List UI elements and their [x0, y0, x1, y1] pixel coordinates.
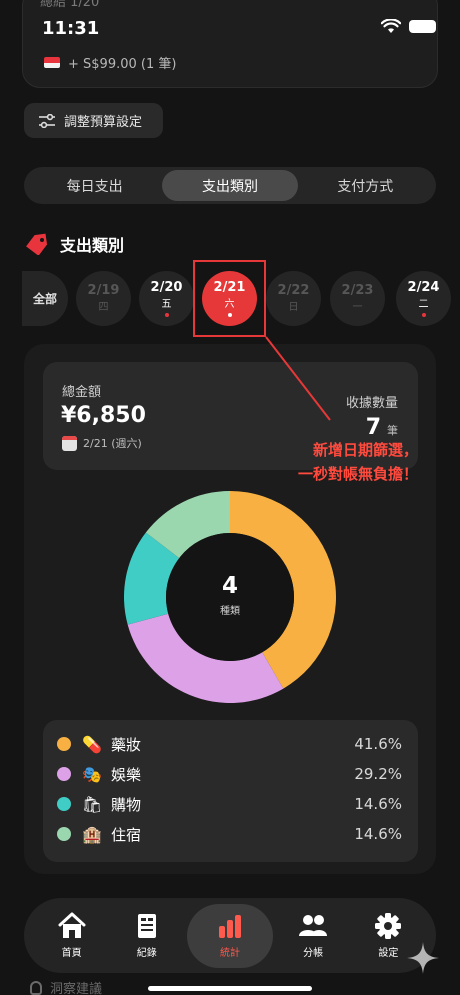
total-label: 總金額 — [62, 385, 102, 400]
annotation-line-2: 一秒對帳無負擔！ — [297, 465, 418, 483]
section-title: 支出類別 — [60, 236, 125, 255]
date-pill-date: 2/20 — [150, 280, 183, 295]
wifi-icon — [381, 19, 401, 33]
home-indicator — [148, 986, 312, 991]
summary-amount-row: + S$99.00 (1 筆) — [44, 53, 176, 72]
battery-icon — [409, 20, 436, 33]
insights-peek: 洞察建議 — [30, 978, 102, 995]
legend-color-dot — [57, 827, 71, 841]
adjust-budget-label: 調整預算設定 — [64, 115, 143, 130]
calendar-icon — [62, 435, 77, 451]
date-pill-all[interactable]: 全部 — [22, 271, 68, 326]
adjust-budget-button[interactable]: 調整預算設定 — [24, 103, 163, 138]
tab-records[interactable]: 紀錄 — [112, 904, 182, 968]
date-pill-weekday: 四 — [98, 302, 109, 313]
legend-color-dot — [57, 737, 71, 751]
legend-row-lodging[interactable]: 🏨 住宿 14.6% — [57, 819, 402, 849]
tab-spending-category[interactable]: 支出類別 — [162, 170, 298, 201]
section-header: 支出類別 — [24, 232, 124, 256]
tab-label: 分帳 — [303, 948, 324, 959]
tab-payment-method[interactable]: 支付方式 — [298, 170, 433, 201]
date-pill-date: 2/19 — [87, 283, 120, 298]
tab-daily-spending[interactable]: 每日支出 — [27, 170, 162, 201]
category-legend: 💊 藥妝 41.6% 🎭 娛樂 29.2% 🛍 購物 14.6% 🏨 住宿 14… — [43, 720, 418, 862]
sparkle-icon — [407, 942, 439, 974]
insights-label: 洞察建議 — [50, 982, 103, 995]
receipt-icon — [137, 914, 156, 938]
date-pill-weekday: 二 — [418, 299, 429, 310]
date-pill-label: 全部 — [32, 291, 57, 306]
legend-percent: 14.6% — [354, 795, 402, 813]
date-pill-weekday: 一 — [352, 302, 363, 313]
theater-masks-icon: 🎭 — [82, 764, 102, 784]
annotation-line-1: 新增日期篩選， — [312, 441, 418, 459]
tab-label: 統計 — [219, 948, 240, 959]
date-pill-0223[interactable]: 2/23 一 — [330, 271, 385, 326]
shopping-bags-icon: 🛍 — [81, 794, 103, 814]
receipt-count-value: 7 — [365, 415, 381, 440]
bar-chart-icon — [218, 915, 241, 938]
home-icon — [58, 912, 86, 938]
category-count: 4 — [221, 573, 238, 599]
legend-name: 住宿 — [111, 825, 142, 844]
tab-label: 設定 — [378, 948, 399, 959]
legend-name: 娛樂 — [111, 765, 142, 784]
status-time: 11:31 — [42, 18, 100, 39]
people-icon — [299, 915, 328, 936]
status-icons — [381, 19, 436, 34]
date-pill-date: 2/23 — [341, 283, 374, 298]
sliders-icon — [39, 113, 55, 128]
total-value: ¥6,850 — [61, 403, 146, 428]
legend-color-dot — [57, 767, 71, 781]
tab-home[interactable]: 首頁 — [37, 904, 107, 968]
legend-row-cosmetics[interactable]: 💊 藥妝 41.6% — [57, 729, 402, 759]
date-pill-0219[interactable]: 2/19 四 — [76, 271, 131, 326]
feature-annotation: 新增日期篩選， 一秒對帳無負擔！ — [258, 438, 418, 486]
receipt-count-unit: 筆 — [387, 424, 398, 437]
gear-icon — [375, 913, 402, 939]
category-count-label: 種類 — [220, 606, 240, 617]
legend-row-shopping[interactable]: 🛍 購物 14.6% — [57, 789, 402, 819]
receipt-count-label: 收據數量 — [345, 396, 398, 411]
trip-summary-card — [22, 0, 438, 88]
date-pill-0224[interactable]: 2/24 二 — [396, 271, 451, 326]
selected-date-line: 2/21 (週六) — [62, 435, 142, 451]
bottom-tab-bar: 首頁 紀錄 統計 分帳 設定 — [24, 898, 436, 973]
legend-percent: 41.6% — [354, 735, 402, 753]
pill-icon: 💊 — [82, 734, 102, 754]
date-pill-date: 2/22 — [277, 283, 310, 298]
date-pill-date: 2/24 — [407, 280, 440, 295]
stats-segmented-control: 每日支出 支出類別 支付方式 — [24, 167, 436, 204]
selected-date: 2/21 (週六) — [83, 437, 142, 450]
legend-percent: 14.6% — [354, 825, 402, 843]
hotel-icon: 🏨 — [82, 824, 102, 844]
tab-label: 紀錄 — [136, 948, 157, 959]
date-pill-0222[interactable]: 2/22 日 — [266, 271, 321, 326]
singapore-flag-icon — [44, 57, 60, 68]
date-pill-0220[interactable]: 2/20 五 — [139, 271, 194, 326]
tab-label: 首頁 — [61, 948, 82, 959]
has-expense-dot — [164, 313, 169, 317]
highlight-box — [193, 260, 266, 337]
tab-split-bill[interactable]: 分帳 — [278, 904, 348, 968]
legend-name: 購物 — [111, 795, 142, 814]
legend-row-entertainment[interactable]: 🎭 娛樂 29.2% — [57, 759, 402, 789]
donut-center: 4 種類 — [180, 573, 280, 617]
summary-amount: + S$99.00 (1 筆) — [68, 57, 177, 72]
has-expense-dot — [421, 313, 426, 317]
lightbulb-icon — [30, 980, 42, 995]
summary-partial-text: 總結 1/20 — [40, 0, 100, 10]
receipt-count: 7 筆 — [366, 415, 398, 440]
legend-name: 藥妝 — [111, 735, 142, 754]
date-pill-weekday: 日 — [288, 302, 299, 313]
date-pill-weekday: 五 — [161, 299, 172, 310]
tag-icon — [26, 233, 48, 255]
tab-statistics[interactable]: 統計 — [186, 903, 273, 968]
legend-color-dot — [57, 797, 71, 811]
legend-percent: 29.2% — [354, 765, 402, 783]
